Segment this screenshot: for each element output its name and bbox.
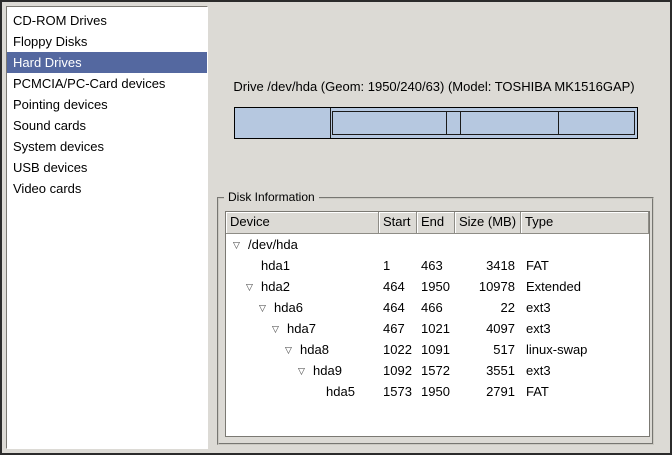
sidebar-item-video-cards[interactable]: Video cards bbox=[7, 178, 207, 199]
size-cell: 22 bbox=[455, 297, 521, 318]
expander-icon[interactable]: ▽ bbox=[259, 298, 274, 318]
start-cell: 1573 bbox=[379, 381, 417, 402]
logical-partition-divider bbox=[558, 112, 559, 134]
primary-partition-divider bbox=[330, 108, 331, 138]
sidebar-item-sound-cards[interactable]: Sound cards bbox=[7, 115, 207, 136]
table-row-hda5[interactable]: hda5 157319502791FAT bbox=[226, 381, 649, 402]
column-header-start[interactable]: Start bbox=[379, 212, 417, 234]
disk-table-body: ▽/dev/hdahda114633418FAT▽hda246419501097… bbox=[226, 234, 649, 402]
start-cell: 464 bbox=[379, 297, 417, 318]
type-cell: ext3 bbox=[521, 297, 649, 318]
expander-icon[interactable]: ▽ bbox=[298, 361, 313, 381]
sidebar-item-floppy-disks[interactable]: Floppy Disks bbox=[7, 31, 207, 52]
size-cell: 2791 bbox=[455, 381, 521, 402]
disk-table-header: DeviceStartEndSize (MB)Type bbox=[226, 212, 649, 234]
type-cell: Extended bbox=[521, 276, 649, 297]
start-cell: 467 bbox=[379, 318, 417, 339]
size-cell bbox=[455, 234, 521, 255]
expander-icon[interactable]: ▽ bbox=[272, 319, 287, 339]
size-cell: 517 bbox=[455, 339, 521, 360]
device-name: hda9 bbox=[313, 363, 342, 378]
end-cell: 1950 bbox=[417, 276, 455, 297]
partition-bar bbox=[234, 107, 638, 139]
extended-partition-outline bbox=[332, 111, 635, 135]
sidebar-item-hard-drives[interactable]: Hard Drives bbox=[7, 52, 207, 73]
column-header-end[interactable]: End bbox=[417, 212, 455, 234]
sidebar-item-usb-devices[interactable]: USB devices bbox=[7, 157, 207, 178]
start-cell: 1092 bbox=[379, 360, 417, 381]
table-row-hda2[interactable]: ▽hda2 464195010978Extended bbox=[226, 276, 649, 297]
device-name: /dev/hda bbox=[248, 237, 298, 252]
end-cell: 1021 bbox=[417, 318, 455, 339]
table-row-dev-hda[interactable]: ▽/dev/hda bbox=[226, 234, 649, 255]
sidebar-item-pointing-devices[interactable]: Pointing devices bbox=[7, 94, 207, 115]
start-cell: 464 bbox=[379, 276, 417, 297]
sidebar-item-system-devices[interactable]: System devices bbox=[7, 136, 207, 157]
start-cell bbox=[379, 234, 417, 255]
device-name: hda1 bbox=[261, 258, 290, 273]
hardware-browser-window: CD-ROM DrivesFloppy DisksHard DrivesPCMC… bbox=[0, 0, 672, 455]
end-cell: 1572 bbox=[417, 360, 455, 381]
column-header-device[interactable]: Device bbox=[226, 212, 379, 234]
drive-title: Drive /dev/hda (Geom: 1950/240/63) (Mode… bbox=[210, 79, 658, 94]
device-name: hda6 bbox=[274, 300, 303, 315]
device-name: hda7 bbox=[287, 321, 316, 336]
end-cell: 1950 bbox=[417, 381, 455, 402]
logical-partition-divider bbox=[446, 112, 447, 134]
table-row-hda6[interactable]: ▽hda6 46446622ext3 bbox=[226, 297, 649, 318]
expander-icon[interactable]: ▽ bbox=[246, 277, 261, 297]
type-cell: linux-swap bbox=[521, 339, 649, 360]
type-cell: ext3 bbox=[521, 318, 649, 339]
table-row-hda8[interactable]: ▽hda8 10221091517linux-swap bbox=[226, 339, 649, 360]
device-name: hda5 bbox=[326, 384, 355, 399]
type-cell: FAT bbox=[521, 381, 649, 402]
expander-icon[interactable]: ▽ bbox=[233, 235, 248, 255]
type-cell: FAT bbox=[521, 255, 649, 276]
end-cell: 1091 bbox=[417, 339, 455, 360]
size-cell: 10978 bbox=[455, 276, 521, 297]
column-header-size-mb[interactable]: Size (MB) bbox=[455, 212, 521, 234]
start-cell: 1022 bbox=[379, 339, 417, 360]
sidebar-item-pcmcia-pc-card-devices[interactable]: PCMCIA/PC-Card devices bbox=[7, 73, 207, 94]
expander-icon[interactable]: ▽ bbox=[285, 340, 300, 360]
logical-partition-divider bbox=[460, 112, 461, 134]
disk-information-frame: Disk Information DeviceStartEndSize (MB)… bbox=[217, 197, 654, 445]
disk-information-label: Disk Information bbox=[224, 190, 319, 204]
start-cell: 1 bbox=[379, 255, 417, 276]
device-name: hda2 bbox=[261, 279, 290, 294]
end-cell: 466 bbox=[417, 297, 455, 318]
end-cell: 463 bbox=[417, 255, 455, 276]
end-cell bbox=[417, 234, 455, 255]
size-cell: 3551 bbox=[455, 360, 521, 381]
size-cell: 3418 bbox=[455, 255, 521, 276]
sidebar-item-cd-rom-drives[interactable]: CD-ROM Drives bbox=[7, 10, 207, 31]
table-row-hda9[interactable]: ▽hda9 109215723551ext3 bbox=[226, 360, 649, 381]
table-row-hda7[interactable]: ▽hda7 46710214097ext3 bbox=[226, 318, 649, 339]
device-name: hda8 bbox=[300, 342, 329, 357]
type-cell bbox=[521, 234, 649, 255]
size-cell: 4097 bbox=[455, 318, 521, 339]
device-category-list: CD-ROM DrivesFloppy DisksHard DrivesPCMC… bbox=[6, 6, 208, 449]
disk-table: DeviceStartEndSize (MB)Type ▽/dev/hdahda… bbox=[225, 211, 650, 437]
table-row-hda1[interactable]: hda1 14633418FAT bbox=[226, 255, 649, 276]
type-cell: ext3 bbox=[521, 360, 649, 381]
column-header-type[interactable]: Type bbox=[521, 212, 649, 234]
